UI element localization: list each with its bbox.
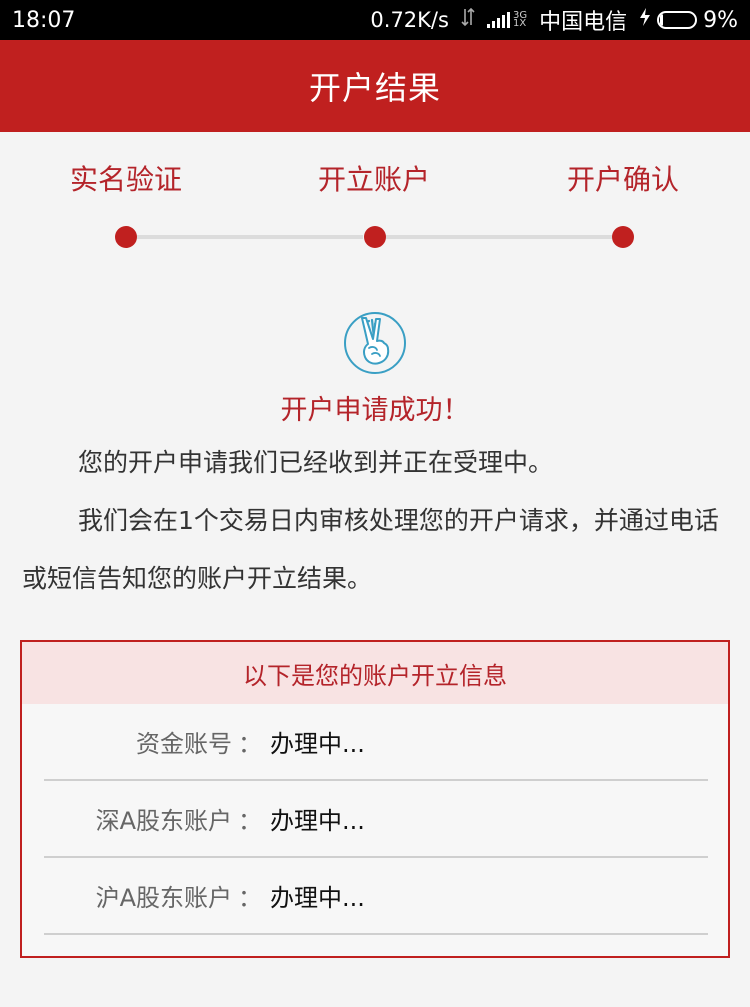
battery-icon [657, 11, 698, 29]
account-info-heading: 以下是您的账户开立信息 [22, 642, 728, 704]
battery-indicator: 9% [639, 7, 738, 33]
info-row-fund-account: 资金账号 ： 办理中... [44, 704, 708, 781]
result-paragraph-2: 我们会在1个交易日内审核处理您的开户请求，并通过电话或短信告知您的账户开立结果。 [22, 492, 728, 608]
step-dot-1 [115, 226, 137, 248]
step-label-confirm: 开户确认 [566, 163, 679, 196]
success-title: 开户申请成功！ [280, 395, 470, 426]
info-row-shenzhen-a-account: 深A股东账户 ： 办理中... [44, 781, 708, 858]
network-type: 3G 1X [512, 10, 528, 29]
app-header: 开户结果 [0, 40, 750, 132]
result-paragraph-1: 您的开户申请我们已经收到并正在受理中。 [22, 434, 728, 492]
battery-percent: 9% [703, 7, 738, 33]
info-value: 办理中... [270, 730, 365, 758]
result-paragraph-1-text: 您的开户申请我们已经收到并正在受理中。 [78, 448, 554, 477]
carrier-name: 中国电信 [539, 10, 628, 35]
info-separator: ： [238, 807, 262, 835]
info-separator: ： [238, 884, 262, 912]
info-value: 办理中... [270, 884, 365, 912]
signal-icon: 3G 1X [486, 10, 528, 29]
step-dot-2 [364, 226, 386, 248]
step-connector-1 [137, 235, 363, 239]
net-speed: 0.72K/s [370, 8, 449, 32]
account-info-panel: 以下是您的账户开立信息 资金账号 ： 办理中... 深A股东账户 ： 办理中..… [20, 640, 730, 958]
data-transfer-icon [461, 7, 475, 33]
status-bar: 18:07 0.72K/s 3G 1X 中国电信 9% [0, 0, 750, 40]
charging-icon [639, 7, 651, 33]
info-row-shanghai-a-account: 沪A股东账户 ： 办理中... [44, 858, 708, 935]
info-key: 深A股东账户 [95, 807, 232, 835]
status-time: 18:07 [12, 7, 76, 33]
page-title: 开户结果 [308, 69, 441, 107]
step-connector-2 [386, 235, 612, 239]
step-dot-3 [612, 226, 634, 248]
info-key: 沪A股东账户 [95, 884, 232, 912]
step-label-verify: 实名验证 [69, 163, 182, 196]
status-right: 0.72K/s 3G 1X 中国电信 9% [370, 4, 738, 36]
info-key: 资金账号 [136, 730, 232, 758]
info-separator: ： [238, 730, 262, 758]
account-info-heading-text: 以下是您的账户开立信息 [243, 661, 507, 690]
victory-hand-icon [342, 310, 408, 376]
result-paragraph-2-text: 我们会在1个交易日内审核处理您的开户请求，并通过电话或短信告知您的账户开立结果。 [22, 506, 719, 593]
step-label-open-account: 开立账户 [317, 163, 430, 196]
info-value: 办理中... [270, 807, 365, 835]
battery-fill [660, 14, 664, 26]
signal-bars [486, 12, 510, 28]
